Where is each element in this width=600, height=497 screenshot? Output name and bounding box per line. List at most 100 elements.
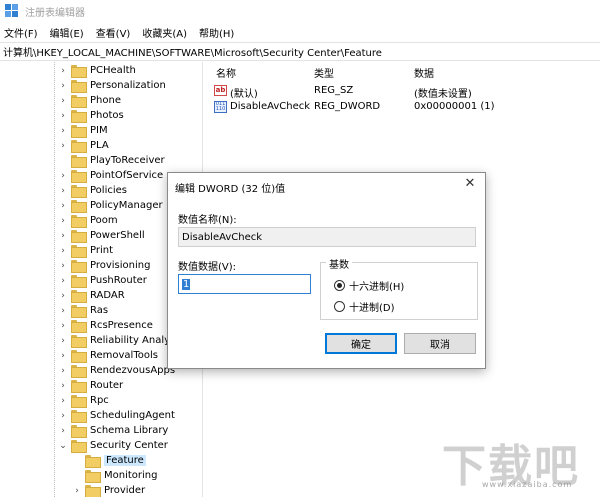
tree-item[interactable]: ⌄ Security Center (58, 438, 168, 453)
dialog-title: 编辑 DWORD (32 位)值 (175, 184, 286, 195)
tree-item[interactable]: › Router (58, 378, 123, 393)
registry-editor-icon (5, 4, 18, 17)
tree-item[interactable]: › Ras (58, 303, 108, 318)
chevron-right-icon[interactable]: › (58, 108, 68, 123)
folder-icon (71, 410, 87, 423)
menu-favorites[interactable]: 收藏夹(A) (136, 25, 193, 40)
tree-item[interactable]: › Rpc (58, 393, 109, 408)
tree-item[interactable]: PlayToReceiver (58, 153, 165, 168)
tree-item[interactable]: › Personalization (58, 78, 166, 93)
folder-icon (71, 80, 87, 93)
title-bar: 注册表编辑器 (0, 0, 600, 22)
chevron-right-icon[interactable]: › (58, 63, 68, 78)
chevron-right-icon[interactable]: › (58, 273, 68, 288)
tree-item[interactable]: › Poom (58, 213, 118, 228)
tree-item[interactable]: › Print (58, 243, 113, 258)
chevron-right-icon[interactable]: › (58, 288, 68, 303)
tree-item[interactable]: › Provisioning (58, 258, 150, 273)
menu-help[interactable]: 帮助(H) (193, 25, 240, 40)
chevron-right-icon[interactable]: › (58, 363, 68, 378)
folder-icon (71, 305, 87, 318)
folder-icon (71, 380, 87, 393)
folder-icon (71, 110, 87, 123)
chevron-right-icon[interactable]: › (58, 258, 68, 273)
tree-item[interactable]: › RADAR (58, 288, 125, 303)
close-icon[interactable]: ✕ (463, 177, 477, 191)
value-row-default[interactable]: ab (默认) REG_SZ (数值未设置) (204, 83, 600, 100)
folder-icon (71, 440, 87, 453)
tree-item[interactable]: › PolicyManager (58, 198, 163, 213)
tree-item[interactable]: › PushRouter (58, 273, 147, 288)
ok-button[interactable]: 确定 (325, 333, 397, 354)
tree-item[interactable]: › PCHealth (58, 63, 136, 78)
chevron-right-icon[interactable]: › (58, 138, 68, 153)
tree-item[interactable]: › PIM (58, 123, 108, 138)
folder-icon (71, 320, 87, 333)
chevron-right-icon[interactable]: › (58, 168, 68, 183)
tree-item-label: Ras (90, 305, 109, 316)
tree-item[interactable]: › RendezvousApps (58, 363, 175, 378)
column-header-name[interactable]: 名称 (216, 65, 236, 80)
chevron-right-icon[interactable]: › (58, 378, 68, 393)
chevron-down-icon[interactable]: ⌄ (58, 438, 68, 453)
chevron-right-icon[interactable]: › (58, 318, 68, 333)
tree-item[interactable]: › RemovalTools (58, 348, 158, 363)
chevron-right-icon[interactable]: › (58, 78, 68, 93)
chevron-right-icon[interactable]: › (58, 408, 68, 423)
tree-item[interactable]: › Phone (58, 93, 121, 108)
tree-item[interactable]: › Photos (58, 108, 124, 123)
chevron-right-icon[interactable]: › (58, 333, 68, 348)
tree-item-label: PowerShell (90, 230, 145, 241)
folder-icon (71, 395, 87, 408)
column-header-type[interactable]: 类型 (314, 65, 334, 80)
chevron-right-icon[interactable]: › (58, 243, 68, 258)
column-header-data[interactable]: 数据 (414, 65, 434, 80)
menu-bar: 文件(F) 编辑(E) 查看(V) 收藏夹(A) 帮助(H) (0, 22, 600, 42)
tree-item[interactable]: › PowerShell (58, 228, 145, 243)
chevron-right-icon[interactable]: › (72, 483, 82, 497)
chevron-right-icon[interactable]: › (58, 303, 68, 318)
tree-item-label: Print (90, 245, 114, 256)
tree-item[interactable]: › Policies (58, 183, 127, 198)
menu-file[interactable]: 文件(F) (0, 25, 44, 40)
value-row-disableavcheck[interactable]: 011 110 DisableAvCheck REG_DWORD 0x00000… (204, 99, 600, 115)
value-data-input[interactable]: 1 (178, 274, 311, 294)
tree-item[interactable]: › PointOfService (58, 168, 163, 183)
tree-item[interactable]: › Schema Library (58, 423, 168, 438)
tree-item[interactable]: › Reliability Analysis (58, 333, 183, 348)
chevron-right-icon[interactable]: › (58, 198, 68, 213)
string-value-icon: ab (214, 85, 227, 96)
chevron-right-icon[interactable]: › (58, 93, 68, 108)
tree-item[interactable]: Monitoring (72, 468, 157, 483)
tree-item-label: RendezvousApps (90, 365, 176, 376)
tree-item-label: Photos (90, 110, 124, 121)
chevron-right-icon[interactable]: › (58, 348, 68, 363)
chevron-right-icon[interactable]: › (58, 183, 68, 198)
tree-item[interactable]: › PLA (58, 138, 109, 153)
value-type: REG_DWORD (314, 101, 381, 112)
tree-item[interactable]: › Provider (72, 483, 145, 497)
watermark-url: www.xiazaiba.com (482, 480, 573, 489)
value-name-field[interactable]: DisableAvCheck (178, 227, 476, 247)
menu-edit[interactable]: 编辑(E) (44, 25, 90, 40)
chevron-right-icon (72, 453, 82, 468)
tree-item[interactable]: › RcsPresence (58, 318, 153, 333)
menu-view[interactable]: 查看(V) (90, 25, 137, 40)
folder-icon (71, 365, 87, 378)
folder-icon (71, 260, 87, 273)
tree-item[interactable]: Feature (72, 453, 146, 468)
tree-item[interactable]: › SchedulingAgent (58, 408, 175, 423)
folder-icon (71, 185, 87, 198)
tree-item-label: PIM (90, 125, 108, 136)
chevron-right-icon[interactable]: › (58, 228, 68, 243)
address-bar[interactable]: 计算机\HKEY_LOCAL_MACHINE\SOFTWARE\Microsof… (0, 42, 600, 61)
cancel-button[interactable]: 取消 (404, 333, 476, 354)
chevron-right-icon[interactable]: › (58, 213, 68, 228)
tree-item-label: PlayToReceiver (90, 155, 165, 166)
value-name: (默认) (230, 89, 258, 100)
chevron-right-icon[interactable]: › (58, 393, 68, 408)
chevron-right-icon[interactable]: › (58, 423, 68, 438)
radio-hexadecimal[interactable]: 十六进制(H) (334, 278, 404, 293)
chevron-right-icon[interactable]: › (58, 123, 68, 138)
radio-decimal[interactable]: 十进制(D) (334, 299, 395, 314)
